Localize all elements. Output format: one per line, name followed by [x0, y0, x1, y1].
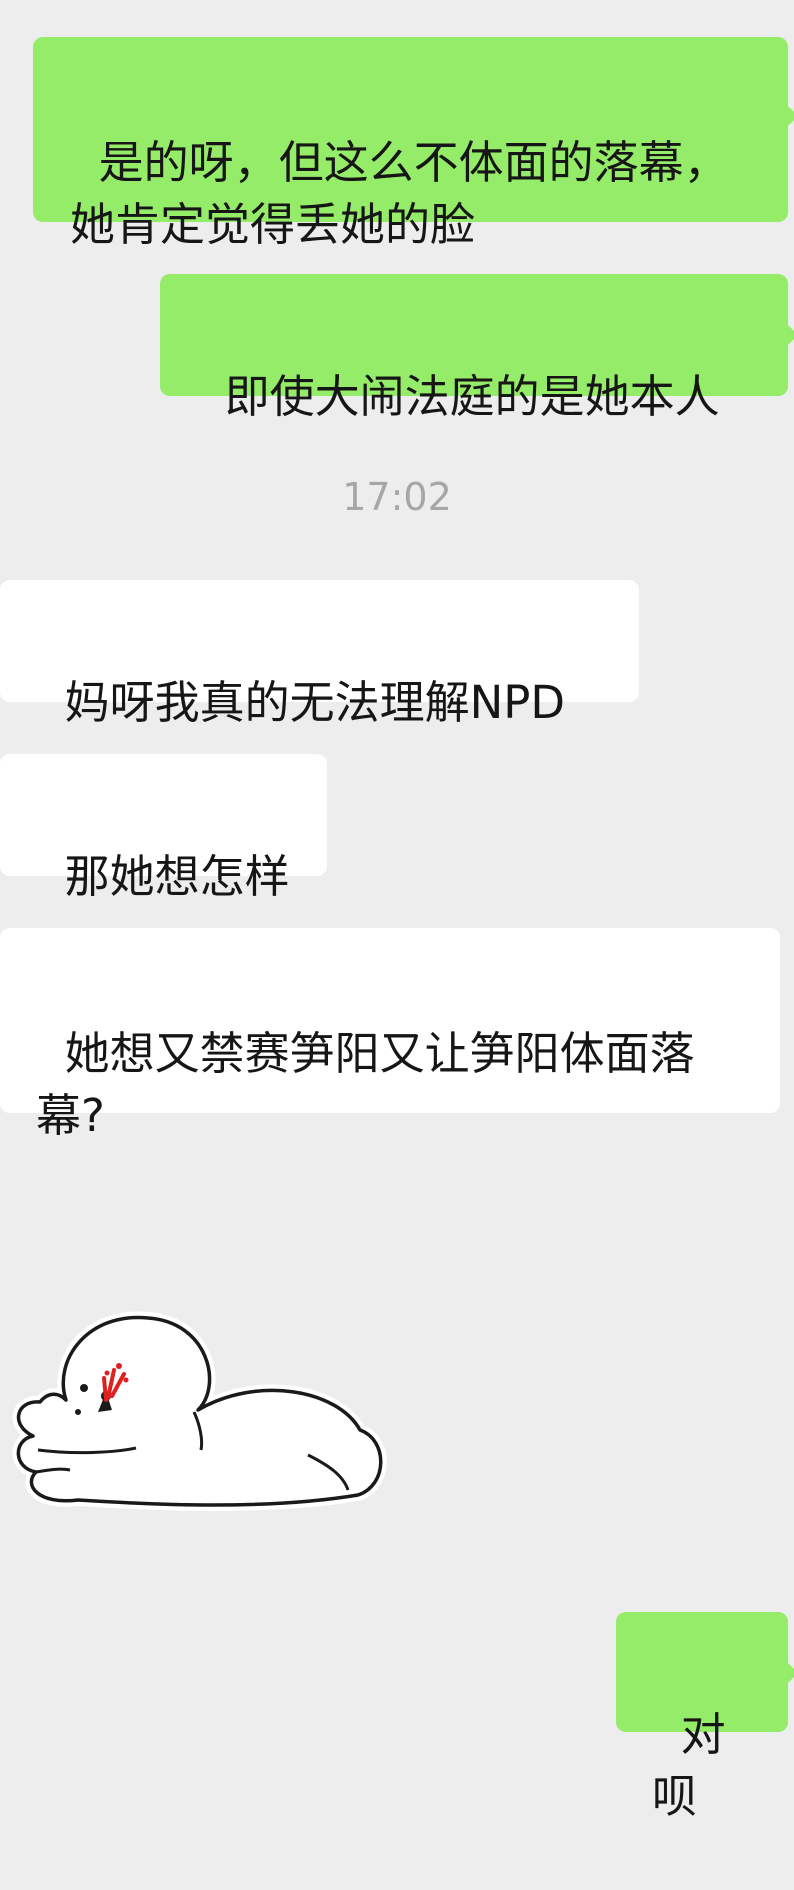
chat-timestamp: 17:02 — [342, 475, 452, 519]
message-text: 是的呀，但这么不体面的落幕， 她肯定觉得丢她的脸 — [70, 136, 729, 251]
message-text: 即使大闹法庭的是她本人 — [224, 370, 720, 423]
message-text: 妈呀我真的无法理解NPD — [64, 676, 566, 729]
message-bubble-sent[interactable]: 是的呀，但这么不体面的落幕， 她肯定觉得丢她的脸 — [33, 37, 794, 251]
message-text: 对呗 — [652, 1708, 726, 1823]
sticker-tear-drop — [104, 1370, 110, 1376]
sticker-tear-drop — [123, 1377, 129, 1383]
message-bubble-received[interactable]: 那她想怎样 — [0, 754, 327, 903]
message-bubble-sent[interactable]: 对呗 — [616, 1612, 794, 1823]
sticker-dot — [75, 1409, 81, 1415]
message-text: 她想又禁赛笋阳又让笋阳体面落 幕? — [36, 1027, 695, 1142]
bubble-tail — [787, 1662, 794, 1684]
message-bubble-sent[interactable]: 即使大闹法庭的是她本人 — [160, 274, 794, 423]
sticker-tear-drop — [116, 1363, 122, 1369]
bubble-tail — [787, 324, 794, 346]
message-bubble-received[interactable]: 她想又禁赛笋阳又让笋阳体面落 幕? — [0, 928, 780, 1142]
sticker-eye — [80, 1384, 88, 1392]
message-text: 那她想怎样 — [64, 850, 290, 903]
bubble-tail — [787, 105, 794, 127]
message-bubble-received[interactable]: 妈呀我真的无法理解NPD — [0, 580, 639, 729]
crying-blob-sticker[interactable] — [8, 1300, 388, 1520]
